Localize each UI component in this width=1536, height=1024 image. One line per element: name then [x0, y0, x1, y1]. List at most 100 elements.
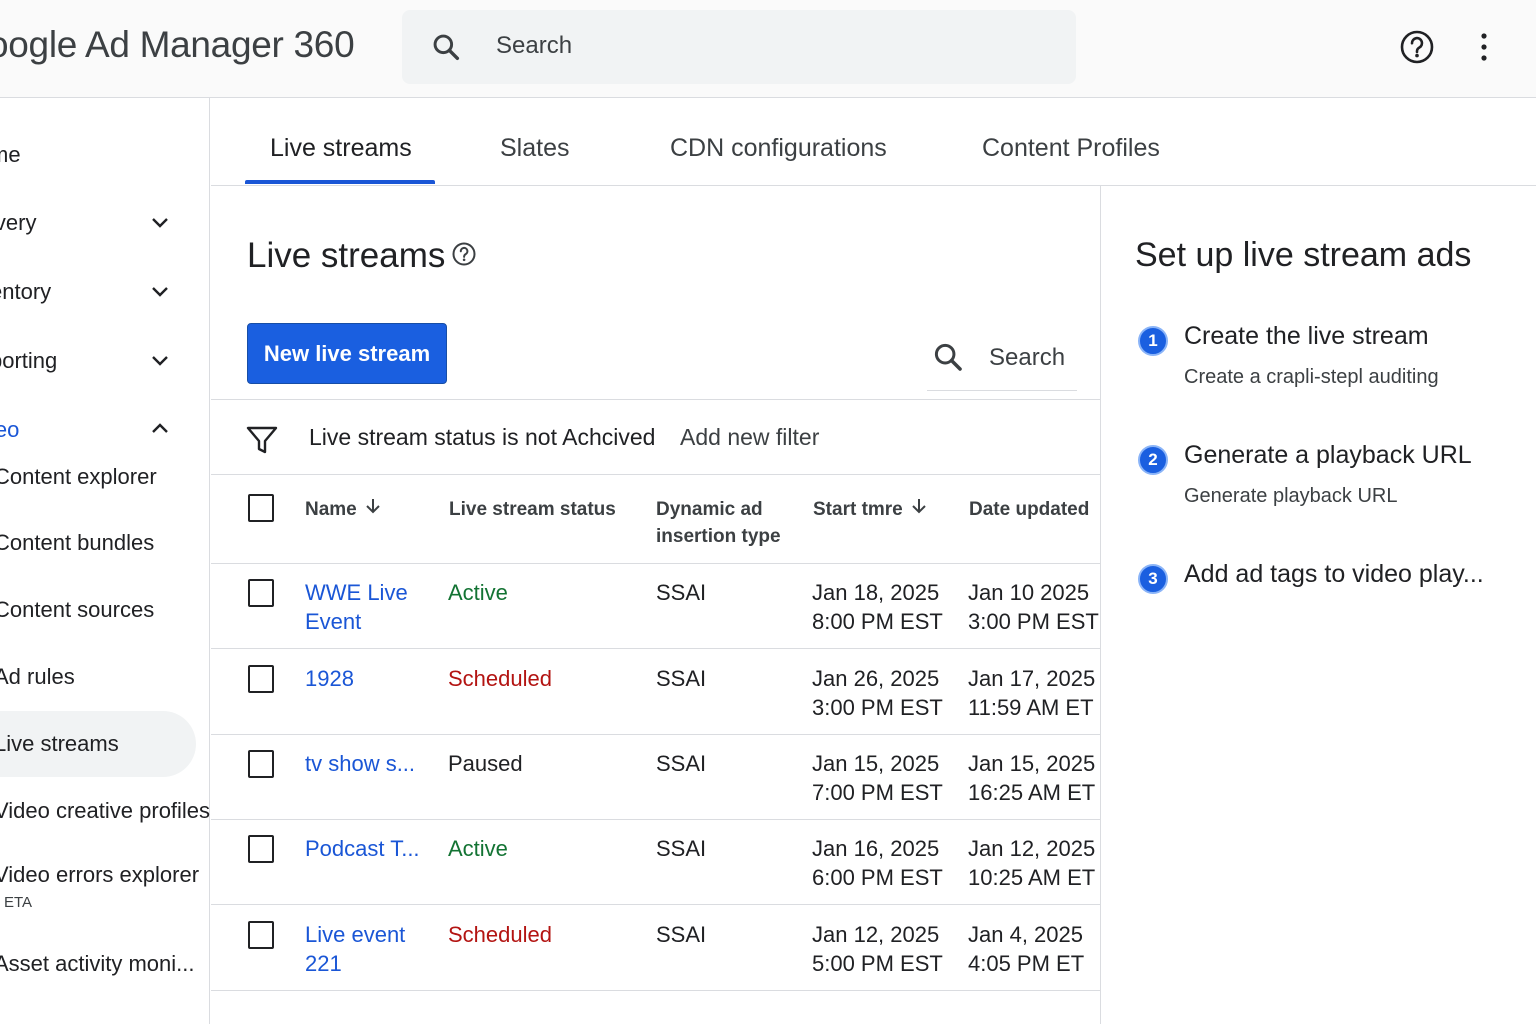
- sidebar-item-content-bundles[interactable]: Content bundles: [0, 530, 210, 564]
- sidebar-item-label: leo: [0, 417, 20, 442]
- global-search-bar[interactable]: Search: [402, 10, 1076, 84]
- table-row[interactable]: tv show s... Paused SSAI Jan 15, 2025 7:0…: [211, 735, 1101, 820]
- start-time: Jan 18, 2025 8:00 PM EST: [812, 578, 943, 636]
- status-badge: Scheduled: [448, 922, 552, 947]
- cell-text: 11:59 AM ET: [968, 695, 1094, 720]
- arrow-down-icon: [363, 496, 383, 524]
- column-header-name[interactable]: Name: [305, 496, 383, 524]
- status-badge: Active: [448, 580, 508, 605]
- row-checkbox[interactable]: [248, 835, 274, 863]
- table-search[interactable]: Search: [927, 336, 1077, 391]
- start-time: Jan 26, 2025 3:00 PM EST: [812, 664, 943, 722]
- status-filter-chip[interactable]: Live stream status is not Achcived: [309, 424, 655, 451]
- more-options-button[interactable]: [1470, 26, 1498, 68]
- tab-slates[interactable]: Slates: [500, 134, 569, 163]
- help-circle-icon[interactable]: [451, 241, 477, 272]
- stream-name-link[interactable]: WWE Live Event: [305, 578, 433, 636]
- help-circle-icon: [1396, 30, 1438, 72]
- tab-live-streams[interactable]: Live streams: [270, 134, 412, 163]
- filter-icon[interactable]: [245, 423, 279, 462]
- date-updated: Jan 4, 2025 4:05 PM ET: [968, 920, 1084, 978]
- chevron-down-icon: [148, 279, 172, 309]
- setup-step-create[interactable]: 1 Create the live stream Create a crapli…: [1138, 322, 1528, 402]
- column-header-status[interactable]: Live stream status: [449, 496, 616, 523]
- step-number-badge: 2: [1138, 445, 1168, 475]
- select-all-checkbox[interactable]: [248, 494, 274, 522]
- cell-text: 221: [305, 951, 342, 976]
- sidebar-item-label: entory: [0, 279, 52, 304]
- cell-text: Podcast T...: [305, 836, 420, 861]
- app-title[interactable]: oogle Ad Manager 360: [0, 24, 355, 66]
- cell-text: Jan 4, 2025: [968, 922, 1083, 947]
- table-row[interactable]: Podcast T... Active SSAI Jan 16, 2025 6:0…: [211, 820, 1101, 905]
- cell-text: 3:00 PM EST: [968, 609, 1099, 634]
- sidebar-item-delivery[interactable]: ivery: [0, 200, 200, 244]
- sidebar-item-label: Ad rules: [0, 664, 75, 689]
- sidebar-item-inventory[interactable]: entory: [0, 269, 200, 313]
- help-button[interactable]: [1396, 26, 1438, 68]
- cell-text: Event: [305, 609, 362, 634]
- top-app-bar: oogle Ad Manager 360 Search: [0, 0, 1536, 98]
- setup-step-ad-tags[interactable]: 3 Add ad tags to video play...: [1138, 560, 1528, 600]
- sidebar-item-label: Live streams: [0, 731, 119, 756]
- sidebar-item-ad-rules[interactable]: Ad rules: [0, 664, 210, 698]
- stream-name-link[interactable]: tv show s...: [305, 749, 433, 778]
- column-label: Name: [305, 499, 357, 521]
- sidebar-item-video[interactable]: leo: [0, 407, 200, 451]
- step-title: Create the live stream: [1184, 322, 1429, 350]
- sidebar-item-reporting[interactable]: porting: [0, 338, 200, 382]
- column-header-date-updated[interactable]: Date updated: [969, 496, 1089, 523]
- more-vert-icon: [1470, 33, 1498, 72]
- sidebar-item-content-sources[interactable]: Content sources: [0, 597, 210, 631]
- table-row[interactable]: 1928 Scheduled SSAI Jan 26, 2025 3:00 PM …: [211, 650, 1101, 735]
- cell-text: Jan 18, 2025: [812, 580, 940, 605]
- table-row[interactable]: Live event 221 Scheduled SSAI Jan 12, 202…: [211, 906, 1101, 991]
- tab-content-profiles[interactable]: Content Profiles: [982, 134, 1160, 163]
- chevron-down-icon: [148, 348, 172, 378]
- sidebar-item-label: porting: [0, 348, 58, 373]
- cell-text: tv show s...: [305, 751, 416, 776]
- column-header-dai-type[interactable]: Dynamic ad insertion type: [656, 496, 781, 550]
- stream-name-link[interactable]: Live event 221: [305, 920, 433, 978]
- filter-bar: Live stream status is not Achcived Add n…: [211, 399, 1101, 475]
- table-row[interactable]: WWE Live Event Active SSAI Jan 18, 2025 8:…: [211, 564, 1101, 649]
- column-label: insertion type: [656, 526, 781, 547]
- status-badge: Scheduled: [448, 666, 552, 691]
- cell-text: Live event: [305, 922, 406, 947]
- cell-text: 7:00 PM EST: [812, 780, 943, 805]
- row-checkbox[interactable]: [248, 750, 274, 778]
- row-checkbox[interactable]: [248, 579, 274, 607]
- cell-text: Jan 26, 2025: [812, 666, 940, 691]
- start-time: Jan 16, 2025 6:00 PM EST: [812, 834, 943, 892]
- step-description: Generate playback URL: [1184, 485, 1398, 507]
- new-live-stream-button[interactable]: New live stream: [247, 323, 447, 384]
- sidebar-item-label: Content explorer: [0, 464, 157, 489]
- stream-name-link[interactable]: Podcast T...: [305, 834, 433, 863]
- row-checkbox[interactable]: [248, 921, 274, 949]
- cell-text: Jan 12, 2025: [968, 836, 1096, 861]
- sidebar-item-live-streams[interactable]: Live streams: [0, 711, 196, 777]
- sidebar-item-content-explorer[interactable]: Content explorer: [0, 464, 210, 498]
- row-checkbox[interactable]: [248, 665, 274, 693]
- sidebar-item-video-creative-profiles[interactable]: Video creative profiles: [0, 798, 210, 832]
- cell-text: Jan 15, 2025: [968, 751, 1096, 776]
- cell-text: Jan 17, 2025: [968, 666, 1096, 691]
- beta-badge: ETA: [4, 894, 33, 911]
- add-filter-button[interactable]: Add new filter: [680, 424, 819, 451]
- step-number-badge: 1: [1138, 326, 1168, 356]
- stream-name-link[interactable]: 1928: [305, 664, 433, 693]
- dai-type: SSAI: [656, 666, 707, 691]
- sidebar-item-label: ivery: [0, 210, 37, 235]
- setup-step-playback-url[interactable]: 2 Generate a playback URL Generate playb…: [1138, 441, 1528, 521]
- search-input[interactable]: Search: [496, 32, 572, 60]
- tab-cdn-configurations[interactable]: CDN configurations: [670, 134, 887, 163]
- cell-text: Jan 15, 2025: [812, 751, 940, 776]
- step-description: Create a crapli-stepl auditing: [1184, 366, 1439, 388]
- sidebar-item-asset-activity-monitor[interactable]: Asset activity moni...: [0, 951, 210, 985]
- sidebar-item-home[interactable]: me: [0, 132, 200, 176]
- step-title: Add ad tags to video play...: [1184, 560, 1484, 588]
- sidebar-item-video-errors-explorer[interactable]: Video errors explorer ETA: [0, 862, 210, 918]
- column-header-start-time[interactable]: Start tmre: [813, 496, 929, 524]
- table-search-input[interactable]: Search: [989, 344, 1065, 372]
- cell-text: 3:00 PM EST: [812, 695, 943, 720]
